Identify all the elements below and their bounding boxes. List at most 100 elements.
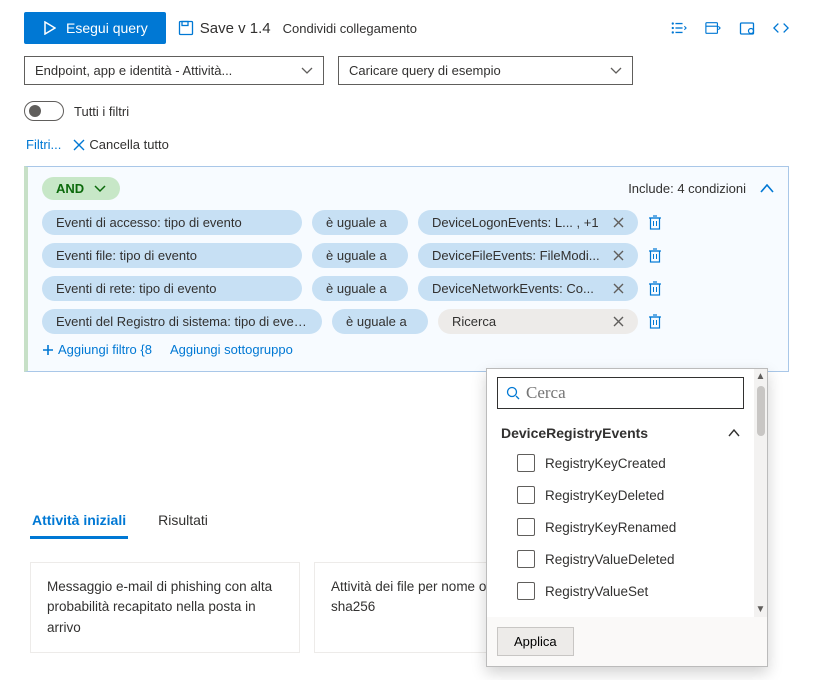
clear-value-icon[interactable] [613, 316, 624, 327]
plus-icon [42, 344, 54, 356]
option-label: RegistryValueSet [545, 584, 648, 599]
condition-value[interactable]: DeviceLogonEvents: L... , +1 [418, 210, 638, 235]
apply-button[interactable]: Applica [497, 627, 574, 656]
schema-dropdown[interactable]: Endpoint, app e identità - Attività... [24, 56, 324, 85]
delete-condition-icon[interactable] [648, 215, 662, 230]
condition-operator[interactable]: è uguale a [312, 243, 408, 268]
chevron-up-icon [728, 429, 740, 437]
scroll-down-icon[interactable]: ▼ [756, 604, 766, 615]
dropdown-search-input[interactable] [526, 383, 735, 403]
condition-field[interactable]: Eventi file: tipo di evento [42, 243, 302, 268]
calendar-icon[interactable] [705, 20, 721, 36]
clear-value-icon[interactable] [613, 217, 624, 228]
list-icon[interactable] [671, 20, 687, 36]
and-operator-chip[interactable]: AND [42, 177, 120, 200]
condition-operator[interactable]: è uguale a [312, 210, 408, 235]
sample-query-dropdown[interactable]: Caricare query di esempio [338, 56, 633, 85]
option-label: RegistryValueDeleted [545, 552, 675, 567]
condition-value-text: DeviceNetworkEvents: Co... [432, 281, 594, 296]
add-subgroup-link[interactable]: Aggiungi sottogruppo [170, 342, 293, 357]
all-filters-toggle[interactable] [24, 101, 64, 121]
value-dropdown-panel: DeviceRegistryEvents RegistryKeyCreated … [486, 368, 768, 667]
dropdown-group-label: DeviceRegistryEvents [501, 425, 648, 441]
save-label: Save v 1.4 [200, 20, 271, 37]
condition-row: Eventi del Registro di sistema: tipo di … [42, 309, 774, 334]
add-filter-link[interactable]: Aggiungi filtro {8 [42, 342, 152, 357]
filters-link[interactable]: Filtri... [26, 137, 61, 152]
dropdown-footer: Applica [487, 617, 767, 666]
box-icon[interactable] [739, 20, 755, 36]
condition-value[interactable]: DeviceNetworkEvents: Co... [418, 276, 638, 301]
scroll-up-icon[interactable]: ▲ [756, 371, 766, 382]
code-icon[interactable] [773, 20, 789, 36]
condition-value[interactable]: DeviceFileEvents: FileModi... [418, 243, 638, 268]
dropdown-scrollbar[interactable]: ▲ ▼ [754, 369, 767, 617]
close-icon [73, 139, 85, 151]
run-query-label: Esegui query [66, 20, 148, 36]
all-filters-row: Tutti i filtri [0, 95, 813, 127]
checkbox[interactable] [517, 518, 535, 536]
checkbox[interactable] [517, 486, 535, 504]
schema-dropdown-label: Endpoint, app e identità - Attività... [35, 63, 232, 78]
delete-condition-icon[interactable] [648, 248, 662, 263]
play-icon [42, 20, 58, 36]
chevron-down-icon [301, 67, 313, 75]
tab-getting-started[interactable]: Attività iniziali [30, 504, 128, 539]
dropdown-option[interactable]: RegistryKeyDeleted [497, 479, 744, 511]
condition-row: Eventi di rete: tipo di evento è uguale … [42, 276, 774, 301]
add-actions: Aggiungi filtro {8 Aggiungi sottogruppo [42, 342, 774, 357]
condition-value-text: DeviceLogonEvents: L... , +1 [432, 215, 599, 230]
operator-label: AND [56, 181, 84, 196]
collapse-toggle[interactable] [760, 184, 774, 193]
share-link[interactable]: Condividi collegamento [283, 21, 417, 36]
option-label: RegistryKeyDeleted [545, 488, 664, 503]
include-count: Include: 4 condizioni [628, 181, 746, 196]
condition-operator[interactable]: è uguale a [312, 276, 408, 301]
checkbox[interactable] [517, 550, 535, 568]
starter-card[interactable]: Attività dei file per nome o sha256 [314, 562, 514, 653]
schema-selectors: Endpoint, app e identità - Attività... C… [0, 56, 813, 95]
checkbox[interactable] [517, 454, 535, 472]
condition-value-text: Ricerca [452, 314, 496, 329]
scroll-thumb[interactable] [757, 386, 765, 436]
add-subgroup-label: Aggiungi sottogruppo [170, 342, 293, 357]
starter-card[interactable]: Messaggio e-mail di phishing con alta pr… [30, 562, 300, 653]
all-filters-label: Tutti i filtri [74, 104, 129, 119]
clear-value-icon[interactable] [613, 283, 624, 294]
clear-value-icon[interactable] [613, 250, 624, 261]
save-icon [178, 20, 194, 36]
chevron-down-icon [610, 67, 622, 75]
save-button[interactable]: Save v 1.4 [178, 20, 271, 37]
clear-all-link[interactable]: Cancella tutto [73, 137, 169, 152]
delete-condition-icon[interactable] [648, 281, 662, 296]
condition-row: Eventi di accesso: tipo di evento è ugua… [42, 210, 774, 235]
checkbox[interactable] [517, 582, 535, 600]
dropdown-option[interactable]: RegistryKeyRenamed [497, 511, 744, 543]
clear-all-label: Cancella tutto [89, 137, 169, 152]
delete-condition-icon[interactable] [648, 314, 662, 329]
condition-row: Eventi file: tipo di evento è uguale a D… [42, 243, 774, 268]
tab-results[interactable]: Risultati [156, 504, 210, 539]
query-header: AND Include: 4 condizioni [42, 177, 774, 200]
dropdown-group-header[interactable]: DeviceRegistryEvents [497, 419, 744, 447]
dropdown-option[interactable]: RegistryValueDeleted [497, 543, 744, 575]
run-query-button[interactable]: Esegui query [24, 12, 166, 44]
dropdown-option[interactable]: RegistryValueSet [497, 575, 744, 607]
search-icon [506, 386, 520, 400]
option-label: RegistryKeyRenamed [545, 520, 676, 535]
condition-field[interactable]: Eventi di accesso: tipo di evento [42, 210, 302, 235]
condition-field[interactable]: Eventi di rete: tipo di evento [42, 276, 302, 301]
condition-value[interactable]: Ricerca [438, 309, 638, 334]
condition-field[interactable]: Eventi del Registro di sistema: tipo di … [42, 309, 322, 334]
toolbar-right [671, 20, 789, 36]
option-label: RegistryKeyCreated [545, 456, 666, 471]
add-filter-label: Aggiungi filtro {8 [58, 342, 152, 357]
condition-operator[interactable]: è uguale a [332, 309, 428, 334]
query-builder: AND Include: 4 condizioni Eventi di acce… [24, 166, 789, 372]
dropdown-option[interactable]: RegistryKeyCreated [497, 447, 744, 479]
main-toolbar: Esegui query Save v 1.4 Condividi colleg… [0, 0, 813, 56]
filter-actions: Filtri... Cancella tutto [0, 127, 813, 160]
dropdown-search[interactable] [497, 377, 744, 409]
chevron-down-icon [94, 185, 106, 193]
condition-value-text: DeviceFileEvents: FileModi... [432, 248, 600, 263]
